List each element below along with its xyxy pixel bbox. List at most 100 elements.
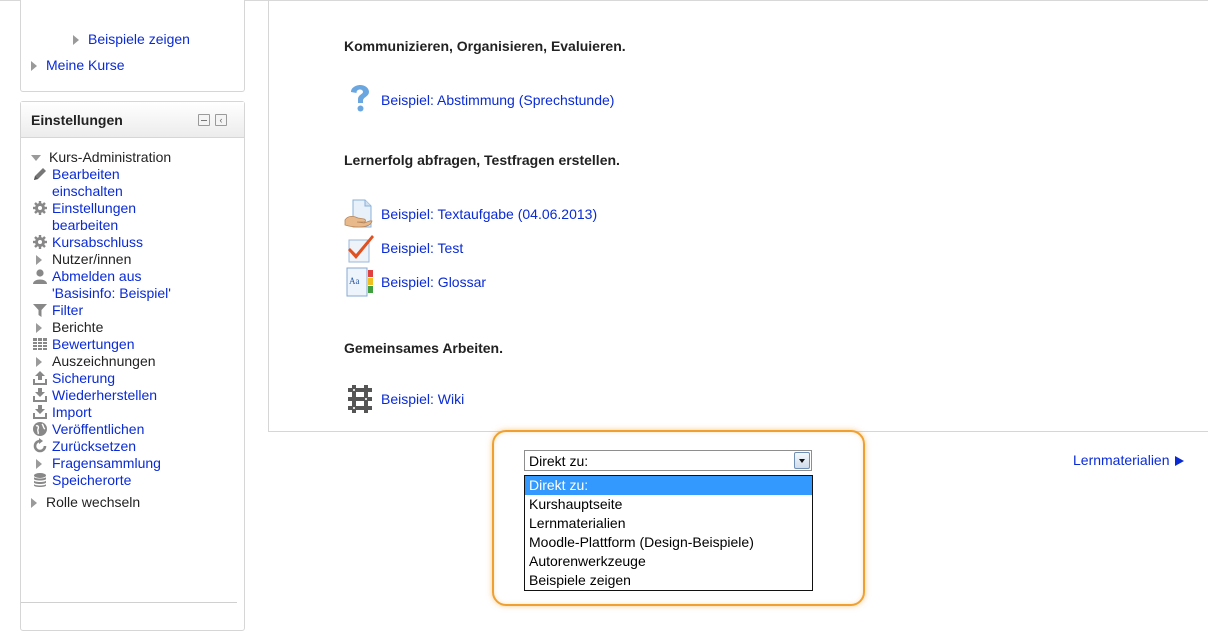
activity-link[interactable]: Beispiel: Textaufgabe (04.06.2013) [381,206,597,222]
arrow-right-icon [1174,456,1184,466]
settings-link[interactable]: Veröffentlichen [52,421,241,438]
activity-abstimmung[interactable]: Beispiel: Abstimmung (Sprechstunde) [344,84,664,114]
expand-triangle-icon[interactable] [36,459,42,469]
settings-link-line2[interactable]: bearbeiten [52,217,241,234]
grades-icon [33,338,47,350]
settings-item-abmelden[interactable]: Abmelden aus 'Basisinfo: Beispiel' [31,268,241,302]
jump-to-select[interactable]: Direkt zu: [524,450,812,471]
settings-item-fragensammlung[interactable]: Fragensammlung [31,455,241,472]
dropdown-option[interactable]: Direkt zu: [525,476,812,495]
settings-item-speicherorte[interactable]: Speicherorte [31,472,241,489]
settings-label[interactable]: Nutzer/innen [52,251,241,268]
settings-item-filter[interactable]: Filter [31,302,241,319]
settings-tree: Kurs-Administration Bearbeiten einschalt… [31,149,241,511]
download-icon [33,388,47,402]
expand-triangle-icon[interactable] [73,35,79,46]
settings-link[interactable]: Filter [52,302,241,319]
settings-item-auszeichnungen[interactable]: Auszeichnungen [31,353,241,370]
dropdown-option[interactable]: Moodle-Plattform (Design-Beispiele) [525,533,812,552]
settings-link[interactable]: Fragensammlung [52,455,241,472]
download-icon [33,405,47,419]
nav-link-meine-kurse[interactable]: Meine Kurse [46,57,125,73]
settings-item-import[interactable]: Import [31,404,241,421]
settings-link[interactable]: Kursabschluss [52,234,241,251]
chevron-down-icon[interactable] [794,452,810,469]
settings-link[interactable]: Zurücksetzen [52,438,241,455]
settings-link-line1[interactable]: Abmelden aus [52,268,241,285]
settings-root-kurs-administration[interactable]: Kurs-Administration [31,149,241,166]
jump-to-dropdown-list[interactable]: Direkt zu: Kurshauptseite Lernmaterialie… [524,475,813,591]
settings-item-kursabschluss[interactable]: Kursabschluss [31,234,241,251]
settings-item-nutzer-innen[interactable]: Nutzer/innen [31,251,241,268]
pencil-icon [34,168,46,180]
user-icon [33,269,47,284]
settings-item-berichte[interactable]: Berichte [31,319,241,336]
settings-link-line1[interactable]: Bearbeiten [52,166,241,183]
settings-link[interactable]: Sicherung [52,370,241,387]
gear-icon [33,235,47,249]
activity-textaufgabe[interactable]: Beispiel: Textaufgabe (04.06.2013) [344,198,644,228]
settings-link-line2[interactable]: einschalten [52,183,241,200]
dock-block-button[interactable]: ‹ [215,114,227,126]
activity-link[interactable]: Beispiel: Wiki [381,391,464,407]
activity-link[interactable]: Beispiel: Glossar [381,274,486,290]
nav-link-beispiele-zeigen[interactable]: Beispiele zeigen [88,31,190,47]
collapse-block-button[interactable] [198,114,210,126]
next-section-link[interactable]: Lernmaterialien [1073,452,1184,468]
settings-link[interactable]: Wiederherstellen [52,387,241,404]
expand-triangle-icon[interactable] [36,357,42,367]
activity-glossar[interactable]: Aa Beispiel: Glossar [344,266,544,297]
settings-root-label: Rolle wechseln [46,494,141,510]
activity-link[interactable]: Beispiel: Abstimmung (Sprechstunde) [381,92,614,108]
dropdown-option[interactable]: Beispiele zeigen [525,571,812,590]
settings-link[interactable]: Import [52,404,241,421]
assignment-icon [344,199,373,228]
settings-block-title: Einstellungen [31,112,123,128]
settings-label[interactable]: Auszeichnungen [52,353,241,370]
nav-item-meine-kurse[interactable]: Meine Kurse [31,56,125,74]
settings-item-einstellungen-bearbeiten[interactable]: Einstellungen bearbeiten [31,200,241,234]
settings-root-rolle-wechseln[interactable]: Rolle wechseln [31,494,241,511]
upload-icon [33,371,47,385]
activity-link[interactable]: Beispiel: Test [381,240,463,256]
settings-item-zuruecksetzen[interactable]: Zurücksetzen [31,438,241,455]
reset-icon [33,438,47,453]
expand-triangle-icon[interactable] [36,323,42,333]
settings-item-veroeffentlichen[interactable]: Veröffentlichen [31,421,241,438]
glossary-icon: Aa [346,267,373,297]
section-heading: Gemeinsames Arbeiten. [344,340,503,356]
select-value: Direkt zu: [529,453,589,469]
section-heading: Kommunizieren, Organisieren, Evaluieren. [344,38,626,54]
dropdown-option[interactable]: Autorenwerkzeuge [525,552,812,571]
activity-wiki[interactable]: Beispiel: Wiki [344,383,544,413]
dropdown-option[interactable]: Lernmaterialien [525,514,812,533]
settings-link[interactable]: Speicherorte [52,472,241,489]
block-divider [21,602,237,603]
svg-text:Aa: Aa [349,276,360,286]
dropdown-option[interactable]: Kurshauptseite [525,495,812,514]
settings-item-bearbeiten-einschalten[interactable]: Bearbeiten einschalten [31,166,241,200]
settings-block: Einstellungen ‹ Kurs-Administration Bear… [20,101,245,631]
expand-triangle-icon[interactable] [36,255,42,265]
settings-item-wiederherstellen[interactable]: Wiederherstellen [31,387,241,404]
settings-link[interactable]: Bewertungen [52,336,241,353]
settings-label[interactable]: Berichte [52,319,241,336]
nav-item-beispiele-zeigen[interactable]: Beispiele zeigen [73,30,190,48]
navigation-block: Teilnehmer/innen-Anzeige Beispiele zeige… [20,0,245,92]
wiki-icon [348,385,372,413]
settings-block-header: Einstellungen ‹ [21,102,244,138]
settings-root-label: Kurs-Administration [49,149,172,165]
gear-icon [33,201,47,215]
settings-link-line2[interactable]: 'Basisinfo: Beispiel' [52,285,241,302]
filter-icon [33,304,47,317]
next-section-label: Lernmaterialien [1073,452,1170,468]
question-icon [351,85,369,112]
expand-triangle-icon[interactable] [31,61,37,72]
settings-link-line1[interactable]: Einstellungen [52,200,241,217]
expand-triangle-icon[interactable] [31,498,37,509]
activity-test[interactable]: Beispiel: Test [344,232,544,263]
settings-item-bewertungen[interactable]: Bewertungen [31,336,241,353]
collapse-triangle-icon[interactable] [31,155,41,162]
settings-item-sicherung[interactable]: Sicherung [31,370,241,387]
section-heading: Lernerfolg abfragen, Testfragen erstelle… [344,152,620,168]
